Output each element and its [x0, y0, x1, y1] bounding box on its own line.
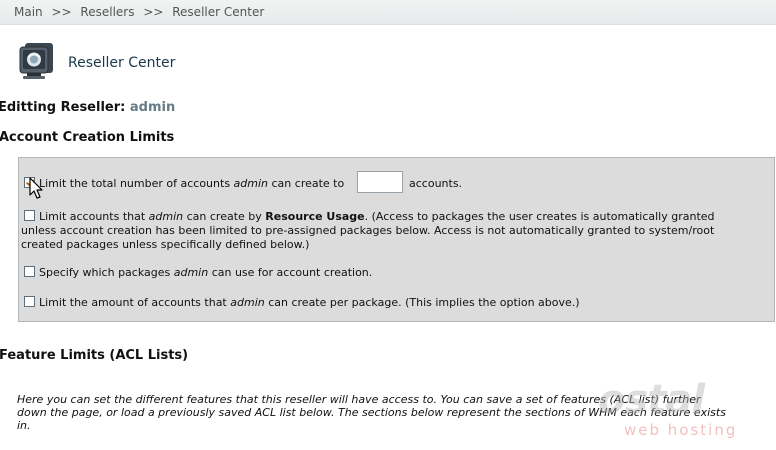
breadcrumb-separator: >> — [51, 5, 72, 19]
description-line: Here you can set the different features … — [17, 393, 701, 406]
monitor-icon — [19, 43, 53, 79]
page-title: Reseller Center — [68, 55, 176, 71]
limit-per-package-label: Limit the amount of accounts that admin … — [39, 296, 580, 309]
breadcrumb: Main >> Resellers >> Reseller Center — [0, 0, 776, 25]
description-line: in. — [17, 419, 31, 432]
limit-resource-usage-checkbox[interactable] — [24, 210, 35, 221]
description-line: down the page, or load a previously save… — [17, 406, 726, 419]
limit-total-label: Limit the total number of accounts admin… — [39, 177, 345, 190]
specify-packages-label: Specify which packages admin can use for… — [39, 266, 373, 279]
editing-reseller-heading: Editting Reseller: admin — [0, 100, 175, 115]
feature-limits-description: Here you can set the different features … — [17, 393, 762, 432]
accounts-suffix: accounts. — [409, 177, 463, 190]
specify-packages-checkbox[interactable] — [24, 266, 35, 277]
limit-resource-usage-line2: unless account creation has been limited… — [21, 224, 715, 237]
section-title-feature-limits: Feature Limits (ACL Lists) — [0, 348, 189, 363]
limit-resource-usage-line3: created packages unless specifically def… — [21, 238, 310, 251]
mouse-cursor-icon — [29, 177, 43, 199]
max-accounts-input[interactable] — [357, 171, 403, 193]
breadcrumb-main[interactable]: Main — [14, 5, 43, 19]
limit-per-package-checkbox[interactable] — [24, 296, 35, 307]
editing-label: Editting Reseller: — [0, 100, 126, 115]
breadcrumb-resellers[interactable]: Resellers — [80, 5, 134, 19]
reseller-name: admin — [129, 100, 176, 115]
limit-resource-usage-label: Limit accounts that admin can create by … — [39, 210, 715, 223]
section-title-account-limits: Account Creation Limits — [0, 130, 175, 145]
breadcrumb-reseller-center: Reseller Center — [172, 5, 265, 19]
breadcrumb-separator: >> — [143, 5, 164, 19]
account-limits-panel: Limit the total number of accounts admin… — [18, 157, 775, 322]
